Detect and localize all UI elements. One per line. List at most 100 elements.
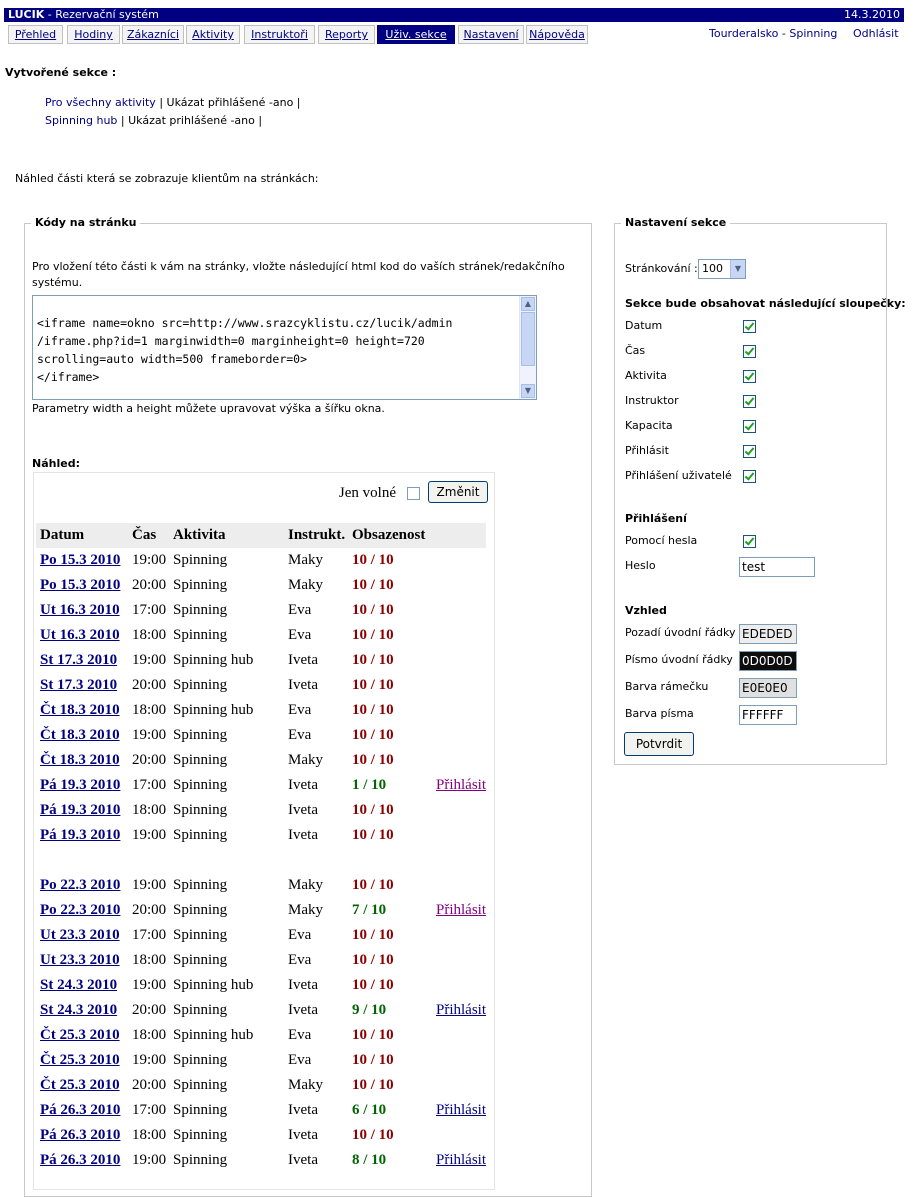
- settings-legend: Nastavení sekce: [621, 216, 731, 229]
- date-link[interactable]: Ut 16.3 2010: [40, 627, 120, 644]
- instructor-cell: Eva: [288, 1027, 312, 1043]
- table-header: Datum Čas Aktivita Instrukt. Obsazenost: [36, 523, 486, 548]
- date-link[interactable]: Po 15.3 2010: [40, 552, 120, 569]
- tab-napoveda[interactable]: Nápověda: [526, 25, 588, 44]
- table-row: St 17.3 2010 20:00 Spinning Iveta 10 / 10: [36, 674, 486, 699]
- tab-zakaznici[interactable]: Zákazníci: [122, 25, 184, 44]
- signup-link[interactable]: Přihlásit: [436, 1002, 486, 1019]
- activity-cell: Spinning: [173, 777, 228, 793]
- table-row: Ut 16.3 2010 17:00 Spinning Eva 10 / 10: [36, 599, 486, 624]
- look-color-input[interactable]: EDEDED: [739, 624, 797, 644]
- look-color-input[interactable]: 0D0D0D: [739, 651, 797, 671]
- column-option-checkbox[interactable]: [743, 470, 756, 483]
- date-link[interactable]: Pá 19.3 2010: [40, 802, 120, 819]
- date-link[interactable]: St 17.3 2010: [40, 677, 117, 694]
- date-link[interactable]: St 24.3 2010: [40, 977, 117, 994]
- column-option-label: Čas: [625, 344, 646, 357]
- time-cell: 18:00: [132, 1127, 167, 1143]
- tab-instruktori[interactable]: Instruktoři: [244, 25, 315, 44]
- scroll-up-icon[interactable]: ▲: [521, 297, 535, 311]
- chevron-down-icon[interactable]: ▼: [730, 260, 745, 278]
- look-color-input[interactable]: FFFFFF: [739, 705, 797, 725]
- code-scrollbar[interactable]: ▲ ▼: [519, 296, 536, 399]
- signup-link[interactable]: Přihlásit: [436, 777, 486, 794]
- activity-cell: Spinning: [173, 1002, 228, 1018]
- activity-cell: Spinning: [173, 902, 228, 918]
- occupancy-cell: 1 / 10: [352, 777, 387, 793]
- date-link[interactable]: Po 22.3 2010: [40, 877, 120, 894]
- paging-select[interactable]: 100 ▼: [698, 259, 746, 279]
- signup-link[interactable]: Přihlásit: [436, 1102, 486, 1119]
- password-label: Pomocí hesla: [625, 534, 698, 547]
- date-link[interactable]: Po 15.3 2010: [40, 577, 120, 594]
- scroll-down-icon[interactable]: ▼: [521, 384, 535, 398]
- activity-cell: Spinning: [173, 727, 228, 743]
- column-option-label: Aktivita: [625, 369, 667, 382]
- date-link[interactable]: Ut 23.3 2010: [40, 927, 120, 944]
- instructor-cell: Eva: [288, 627, 312, 643]
- table-row: St 17.3 2010 19:00 Spinning hub Iveta 10 / 1…: [36, 649, 486, 674]
- activity-cell: Spinning hub: [173, 652, 254, 668]
- date-link[interactable]: Čt 25.3 2010: [40, 1052, 120, 1069]
- instructor-cell: Maky: [288, 902, 323, 918]
- heslo-input[interactable]: test: [739, 557, 815, 577]
- date-link[interactable]: Pá 26.3 2010: [40, 1127, 120, 1144]
- occupancy-cell: 10 / 10: [352, 552, 394, 568]
- look-label: Písmo úvodní řádky: [625, 653, 733, 666]
- sections-title: Vytvořené sekce :: [5, 66, 117, 79]
- date-link[interactable]: Čt 18.3 2010: [40, 752, 120, 769]
- column-option-checkbox[interactable]: [743, 345, 756, 358]
- date-link[interactable]: St 17.3 2010: [40, 652, 117, 669]
- paging-value: 100: [702, 262, 723, 275]
- date-link[interactable]: Pá 19.3 2010: [40, 777, 120, 794]
- column-option-checkbox[interactable]: [743, 395, 756, 408]
- date-link[interactable]: Pá 26.3 2010: [40, 1152, 120, 1169]
- date-link[interactable]: Čt 25.3 2010: [40, 1027, 120, 1044]
- instructor-cell: Eva: [288, 702, 312, 718]
- date-link[interactable]: Čt 18.3 2010: [40, 702, 120, 719]
- code-hint: Parametry width a height můžete upravova…: [32, 402, 385, 415]
- table-row: Po 15.3 2010 19:00 Spinning Maky 10 / 10: [36, 549, 486, 574]
- date-link[interactable]: Čt 25.3 2010: [40, 1077, 120, 1094]
- instructor-cell: Eva: [288, 727, 312, 743]
- column-option-checkbox[interactable]: [743, 420, 756, 433]
- date-link[interactable]: St 24.3 2010: [40, 1002, 117, 1019]
- section-link[interactable]: Spinning hub: [45, 114, 117, 127]
- occupancy-cell: 10 / 10: [352, 1052, 394, 1068]
- date-link[interactable]: Po 22.3 2010: [40, 902, 120, 919]
- activity-cell: Spinning: [173, 952, 228, 968]
- occupancy-cell: 6 / 10: [352, 1102, 387, 1118]
- date-link[interactable]: Pá 19.3 2010: [40, 827, 120, 844]
- logout-link[interactable]: Odhlásit: [853, 26, 899, 42]
- occupancy-cell: 10 / 10: [352, 727, 394, 743]
- date-link[interactable]: Ut 23.3 2010: [40, 952, 120, 969]
- free-filter: Jen volné Změnit: [288, 481, 488, 503]
- date-link[interactable]: Čt 18.3 2010: [40, 727, 120, 744]
- signup-link[interactable]: Přihlásit: [436, 1152, 486, 1169]
- signup-link[interactable]: Přihlásit: [436, 902, 486, 919]
- tab-uziv-sekce[interactable]: Uživ. sekce: [377, 25, 455, 44]
- password-checkbox[interactable]: [743, 535, 756, 548]
- time-cell: 18:00: [132, 702, 167, 718]
- section-link[interactable]: Pro všechny aktivity: [45, 96, 156, 109]
- date-link[interactable]: Pá 26.3 2010: [40, 1102, 120, 1119]
- column-option-checkbox[interactable]: [743, 370, 756, 383]
- tab-aktivity[interactable]: Aktivity: [186, 25, 240, 44]
- tab-nastaveni[interactable]: Nastavení: [458, 25, 524, 44]
- table-row: Pá 19.3 2010 18:00 Spinning Iveta 10 / 10: [36, 799, 486, 824]
- time-cell: 19:00: [132, 652, 167, 668]
- look-color-input[interactable]: E0E0E0: [739, 678, 797, 698]
- free-checkbox[interactable]: [407, 487, 420, 500]
- confirm-button[interactable]: Potvrdit: [624, 732, 694, 756]
- current-date: 14.3.2010: [844, 8, 900, 21]
- column-option-checkbox[interactable]: [743, 320, 756, 333]
- date-link[interactable]: Ut 16.3 2010: [40, 602, 120, 619]
- tab-prehled[interactable]: Přehled: [8, 25, 63, 44]
- code-textarea[interactable]: <iframe name=okno src=http://www.srazcyk…: [32, 295, 537, 400]
- instructor-cell: Eva: [288, 952, 312, 968]
- tab-hodiny[interactable]: Hodiny: [67, 25, 120, 44]
- change-button[interactable]: Změnit: [428, 481, 488, 503]
- column-option-checkbox[interactable]: [743, 445, 756, 458]
- scroll-thumb[interactable]: [521, 312, 535, 366]
- tab-reporty[interactable]: Reporty: [318, 25, 375, 44]
